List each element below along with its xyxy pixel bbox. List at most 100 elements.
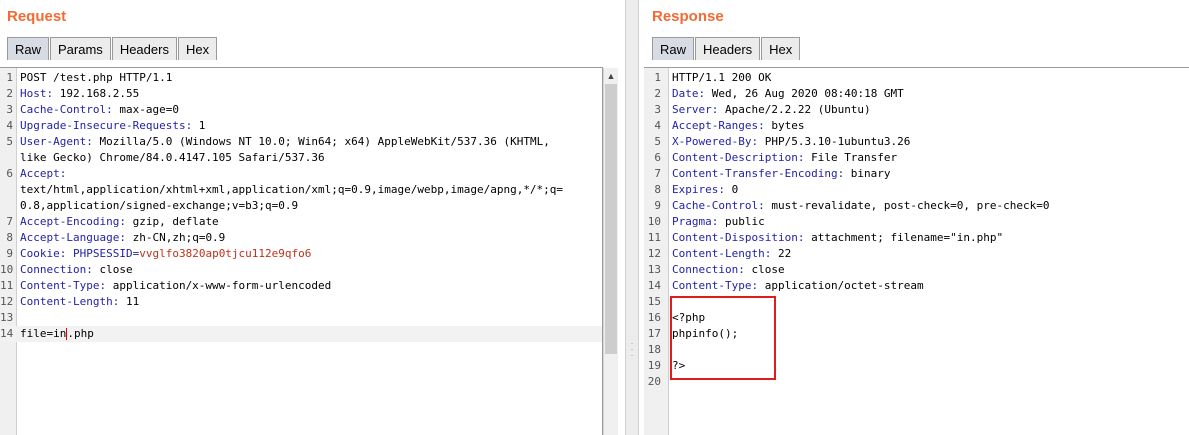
- line-number: 2: [654, 87, 661, 100]
- line-number: 14: [0, 327, 14, 340]
- header-value: Mozilla/5.0 (Windows NT 10.0; Win64; x64…: [92, 135, 550, 148]
- scrollbar-thumb[interactable]: [605, 84, 617, 354]
- code-line: 3 Server: Apache/2.2.22 (Ubuntu): [644, 102, 1189, 118]
- line-text: POST /test.php HTTP/1.1: [16, 70, 172, 86]
- scroll-up-arrow-icon[interactable]: ▲: [604, 68, 618, 84]
- line-number: 12: [0, 295, 14, 308]
- tab-raw[interactable]: Raw: [652, 37, 695, 60]
- line-number: 18: [647, 343, 661, 356]
- request-scrollbar[interactable]: ▲: [603, 68, 618, 435]
- line-number: 5: [654, 135, 661, 148]
- tab-params[interactable]: Params: [50, 37, 111, 60]
- code-line: 7 Content-Transfer-Encoding: binary: [644, 166, 1189, 182]
- line-number: 20: [647, 375, 661, 388]
- header-value: PHP/5.3.10-1ubuntu3.26: [758, 135, 911, 148]
- header-value: zh-CN,zh;q=0.9: [125, 231, 226, 244]
- splitter-grip-icon[interactable]: · · ·: [628, 339, 636, 360]
- header-name: Accept:: [20, 167, 67, 180]
- line-text: Cache-Control: must-revalidate, post-che…: [668, 198, 1050, 214]
- code-line: 6 Accept:: [0, 166, 602, 182]
- header-name: User-Agent:: [20, 135, 93, 148]
- code-line: 1 POST /test.php HTTP/1.1: [0, 70, 602, 86]
- tab-hex[interactable]: Hex: [761, 37, 801, 60]
- line-content: text/html,application/xhtml+xml,applicat…: [20, 183, 564, 196]
- header-value: must-revalidate, post-check=0, pre-check…: [764, 199, 1050, 212]
- code-line: 8 Accept-Language: zh-CN,zh;q=0.9: [0, 230, 602, 246]
- header-name: Content-Type:: [672, 279, 759, 292]
- line-number: 6: [654, 151, 661, 164]
- line-number: 10: [0, 263, 14, 276]
- request-lines: 1 POST /test.php HTTP/1.1 2 Host: 192.168.2…: [0, 70, 602, 342]
- line-number: 1: [6, 71, 13, 84]
- code-line: 13 Connection: close: [644, 262, 1189, 278]
- tab-headers[interactable]: Headers: [111, 37, 177, 60]
- line-number: 12: [647, 247, 661, 260]
- code-line: 1 HTTP/1.1 200 OK: [644, 70, 1189, 86]
- line-number: 7: [6, 215, 13, 228]
- line-number: 3: [654, 103, 661, 116]
- header-name: Cache-Control:: [20, 103, 113, 116]
- line-number: 9: [6, 247, 13, 260]
- header-value: File Transfer: [804, 151, 898, 164]
- line-text: Content-Description: File Transfer: [668, 150, 897, 166]
- header-name: Content-Type:: [20, 279, 107, 292]
- line-number: 6: [6, 167, 13, 180]
- header-value: application/x-www-form-urlencoded: [106, 279, 332, 292]
- header-value: binary: [844, 167, 891, 180]
- header-value: close: [744, 263, 785, 276]
- header-name: Cookie:: [20, 247, 67, 260]
- header-name: Connection:: [20, 263, 93, 276]
- line-text: X-Powered-By: PHP/5.3.10-1ubuntu3.26: [668, 134, 910, 150]
- code-line: 3 Cache-Control: max-age=0: [0, 102, 602, 118]
- code-line: 10 Pragma: public: [644, 214, 1189, 230]
- line-content: like Gecko) Chrome/84.0.4147.105 Safari/…: [20, 151, 325, 164]
- header-value: max-age=0: [112, 103, 179, 116]
- response-title: Response: [652, 8, 724, 25]
- header-name: Host:: [20, 87, 54, 100]
- header-value: Wed, 26 Aug 2020 08:40:18 GMT: [705, 87, 904, 100]
- header-name: Connection:: [672, 263, 745, 276]
- pane-splitter[interactable]: · · ·: [625, 0, 639, 435]
- line-number: 13: [0, 311, 14, 324]
- code-line: 9 Cookie: PHPSESSID=vvglfo3820ap0tjcu112e…: [0, 246, 602, 262]
- line-number: 19: [647, 359, 661, 372]
- code-line: 12 Content-Length: 22: [644, 246, 1189, 262]
- header-name: Pragma:: [672, 215, 719, 228]
- line-text: Cookie: PHPSESSID=vvglfo3820ap0tjcu112e9…: [16, 246, 311, 262]
- line-text: HTTP/1.1 200 OK: [668, 70, 771, 86]
- tab-raw[interactable]: Raw: [7, 37, 50, 60]
- request-title: Request: [7, 8, 67, 25]
- code-line: 13: [0, 310, 602, 326]
- header-name: X-Powered-By:: [672, 135, 759, 148]
- header-value: attachment; filename="in.php": [804, 231, 1004, 244]
- line-number: 4: [654, 119, 661, 132]
- code-line: 2 Date: Wed, 26 Aug 2020 08:40:18 GMT: [644, 86, 1189, 102]
- header-value: 22: [771, 247, 792, 260]
- header-name: Content-Description:: [672, 151, 805, 164]
- line-text: file=in.php: [16, 326, 94, 342]
- header-name: Accept-Ranges:: [672, 119, 765, 132]
- line-text: User-Agent: Mozilla/5.0 (Windows NT 10.0…: [16, 134, 550, 150]
- tab-headers[interactable]: Headers: [695, 37, 761, 60]
- line-content: HTTP/1.1 200 OK: [672, 71, 772, 84]
- line-number: 17: [647, 327, 661, 340]
- header-name: Accept-Encoding:: [20, 215, 126, 228]
- code-line: 14 file=in.php: [0, 326, 602, 342]
- header-name: Content-Disposition:: [672, 231, 805, 244]
- line-text: Accept:: [16, 166, 66, 182]
- code-line: 5 User-Agent: Mozilla/5.0 (Windows NT 10.…: [0, 134, 602, 150]
- line-text: like Gecko) Chrome/84.0.4147.105 Safari/…: [16, 150, 325, 166]
- line-number: 8: [654, 183, 661, 196]
- header-name: Accept-Language:: [20, 231, 126, 244]
- header-name: Content-Transfer-Encoding:: [672, 167, 845, 180]
- header-name: Upgrade-Insecure-Requests:: [20, 119, 193, 132]
- header-value: 11: [119, 295, 140, 308]
- line-text: Accept-Ranges: bytes: [668, 118, 804, 134]
- line-content: 0.8,application/signed-exchange;v=b3;q=0…: [20, 199, 299, 212]
- line-number: 2: [6, 87, 13, 100]
- tab-hex[interactable]: Hex: [177, 37, 218, 60]
- header-name: Content-Length:: [672, 247, 772, 260]
- line-text: Accept-Encoding: gzip, deflate: [16, 214, 219, 230]
- header-value: 1: [192, 119, 206, 132]
- request-editor[interactable]: 1 POST /test.php HTTP/1.1 2 Host: 192.168.2…: [0, 67, 603, 435]
